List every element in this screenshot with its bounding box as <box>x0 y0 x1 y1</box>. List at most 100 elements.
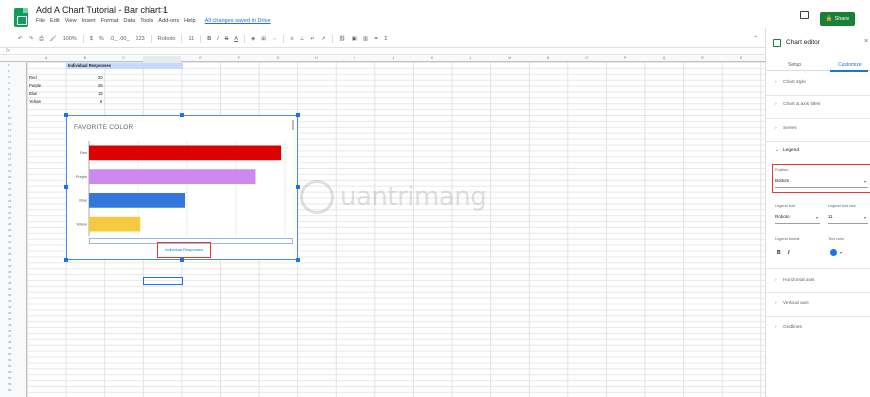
row-header-label[interactable]: 27 <box>8 216 11 220</box>
menu-insert[interactable]: Insert <box>82 18 96 24</box>
row-header-label[interactable]: 36 <box>8 270 11 274</box>
row-header-label[interactable]: 17 <box>8 157 11 161</box>
wrap-icon[interactable]: ↵ <box>310 36 315 42</box>
row-header-label[interactable]: 52 <box>8 364 11 368</box>
resize-handle[interactable] <box>180 113 184 117</box>
row-header-label[interactable]: 2 <box>8 69 10 73</box>
row-header-label[interactable]: 3 <box>8 75 10 79</box>
menu-help[interactable]: Help <box>184 18 196 24</box>
column-header-label[interactable]: B <box>84 56 86 60</box>
row-header-label[interactable]: 54 <box>8 376 11 380</box>
resize-handle[interactable] <box>64 258 68 262</box>
text-color-swatch[interactable] <box>830 249 837 256</box>
row-header-label[interactable]: 26 <box>8 211 11 215</box>
row-header-label[interactable]: 41 <box>8 299 11 303</box>
column-header-label[interactable]: I <box>354 56 355 60</box>
row-header-label[interactable]: 19 <box>8 169 11 173</box>
row-header-label[interactable]: 39 <box>8 287 11 291</box>
row-header-label[interactable]: 20 <box>8 175 11 179</box>
column-header-label[interactable]: K <box>431 56 433 60</box>
row-header-label[interactable]: 24 <box>8 199 11 203</box>
menu-tools[interactable]: Tools <box>140 18 153 24</box>
row-header-label[interactable]: 8 <box>8 104 10 108</box>
tab-setup[interactable]: Setup <box>788 62 801 68</box>
currency-button[interactable]: $ <box>90 36 93 42</box>
row-header-label[interactable]: 38 <box>8 281 11 285</box>
active-cell[interactable] <box>143 277 183 285</box>
section-legend[interactable]: ⌄ Legend <box>775 148 799 153</box>
menu-data[interactable]: Data <box>123 18 135 24</box>
row-header-label[interactable]: 18 <box>8 163 11 167</box>
bar-purple[interactable] <box>89 169 256 184</box>
filter-icon[interactable]: ⏷ <box>374 36 378 43</box>
cell-a4[interactable]: Blue <box>29 91 37 96</box>
cell-b4[interactable]: 15 <box>98 91 103 96</box>
row-header-label[interactable]: 40 <box>8 293 11 297</box>
row-header-label[interactable]: 9 <box>8 110 10 114</box>
resize-handle[interactable] <box>296 258 300 262</box>
percent-button[interactable]: % <box>99 36 104 42</box>
row-header-label[interactable]: 5 <box>8 87 10 91</box>
row-header-label[interactable]: 30 <box>8 234 11 238</box>
resize-handle[interactable] <box>64 185 68 189</box>
paint-format-icon[interactable]: 🖌 <box>50 36 57 42</box>
row-header-label[interactable]: 35 <box>8 264 11 268</box>
row-header-label[interactable]: 29 <box>8 228 11 232</box>
row-header-label[interactable]: 34 <box>8 258 11 262</box>
section-chart-axis-titles[interactable]: › Chart & axis titles <box>775 102 820 107</box>
column-header-label[interactable]: S <box>740 56 742 60</box>
cell-a2[interactable]: Red <box>29 75 37 80</box>
saved-status[interactable]: All changes saved in Drive <box>205 18 271 24</box>
row-header-label[interactable]: 1 <box>8 63 10 67</box>
dropdown-arrow-icon[interactable]: ▾ <box>840 250 842 255</box>
menu-format[interactable]: Format <box>101 18 119 24</box>
italic-button[interactable]: I <box>788 250 789 256</box>
row-header-label[interactable]: 42 <box>8 305 11 309</box>
comment-add-icon[interactable]: ▣ <box>352 36 357 42</box>
row-header-label[interactable]: 37 <box>8 275 11 279</box>
row-header-label[interactable]: 55 <box>8 382 11 386</box>
bar-yellow[interactable] <box>89 216 141 232</box>
number-format-button[interactable]: 123 <box>136 36 145 42</box>
chart-insert-icon[interactable]: ▥ <box>363 36 368 42</box>
column-header-label[interactable]: C <box>122 56 125 60</box>
bar-blue[interactable] <box>89 193 186 208</box>
undo-icon[interactable]: ↶ <box>18 36 23 42</box>
menu-file[interactable]: File <box>36 18 45 24</box>
star-icon[interactable]: ☆ <box>146 4 154 15</box>
column-header-label[interactable]: G <box>277 56 280 60</box>
row-header-label[interactable]: 53 <box>8 370 11 374</box>
function-icon[interactable]: Σ <box>384 36 387 42</box>
bar-red[interactable] <box>89 145 282 161</box>
legend-font-select[interactable]: Roboto ▾ <box>775 214 820 224</box>
column-header-label[interactable]: E <box>199 56 201 60</box>
print-icon[interactable]: ⎙ <box>39 36 43 43</box>
row-header-label[interactable]: 31 <box>8 240 11 244</box>
row-header-label[interactable]: 51 <box>8 358 11 362</box>
row-header-label[interactable]: 44 <box>8 317 11 321</box>
link-icon[interactable]: ⛓ <box>339 36 346 42</box>
row-header-label[interactable]: 4 <box>8 81 10 85</box>
menu-addons[interactable]: Add-ons <box>158 18 179 24</box>
row-header-label[interactable]: 23 <box>8 193 11 197</box>
cell-b3[interactable]: 26 <box>98 83 103 88</box>
valign-icon[interactable]: ⊥ <box>300 36 305 42</box>
column-header-label[interactable]: Q <box>663 56 666 60</box>
column-header-label[interactable]: R <box>701 56 704 60</box>
bold-button[interactable]: B <box>207 36 211 42</box>
redo-icon[interactable]: ↷ <box>29 36 34 42</box>
column-header-label[interactable]: F <box>238 56 240 60</box>
font-size-select[interactable]: 11 <box>188 36 194 42</box>
column-header-label[interactable]: H <box>315 56 318 60</box>
column-header-label[interactable]: J <box>392 56 394 60</box>
row-header-label[interactable]: 43 <box>8 311 11 315</box>
share-button[interactable]: 🔒 Share <box>820 12 855 26</box>
row-header-label[interactable]: 6 <box>8 93 10 97</box>
row-header-label[interactable]: 56 <box>8 388 11 392</box>
section-chart-style[interactable]: › Chart style <box>775 80 806 85</box>
bold-button[interactable]: B <box>777 250 781 256</box>
row-header-label[interactable]: 49 <box>8 346 11 350</box>
cell-b2[interactable]: 30 <box>98 75 103 80</box>
row-header-label[interactable]: 33 <box>8 252 11 256</box>
row-header-label[interactable]: 46 <box>8 329 11 333</box>
